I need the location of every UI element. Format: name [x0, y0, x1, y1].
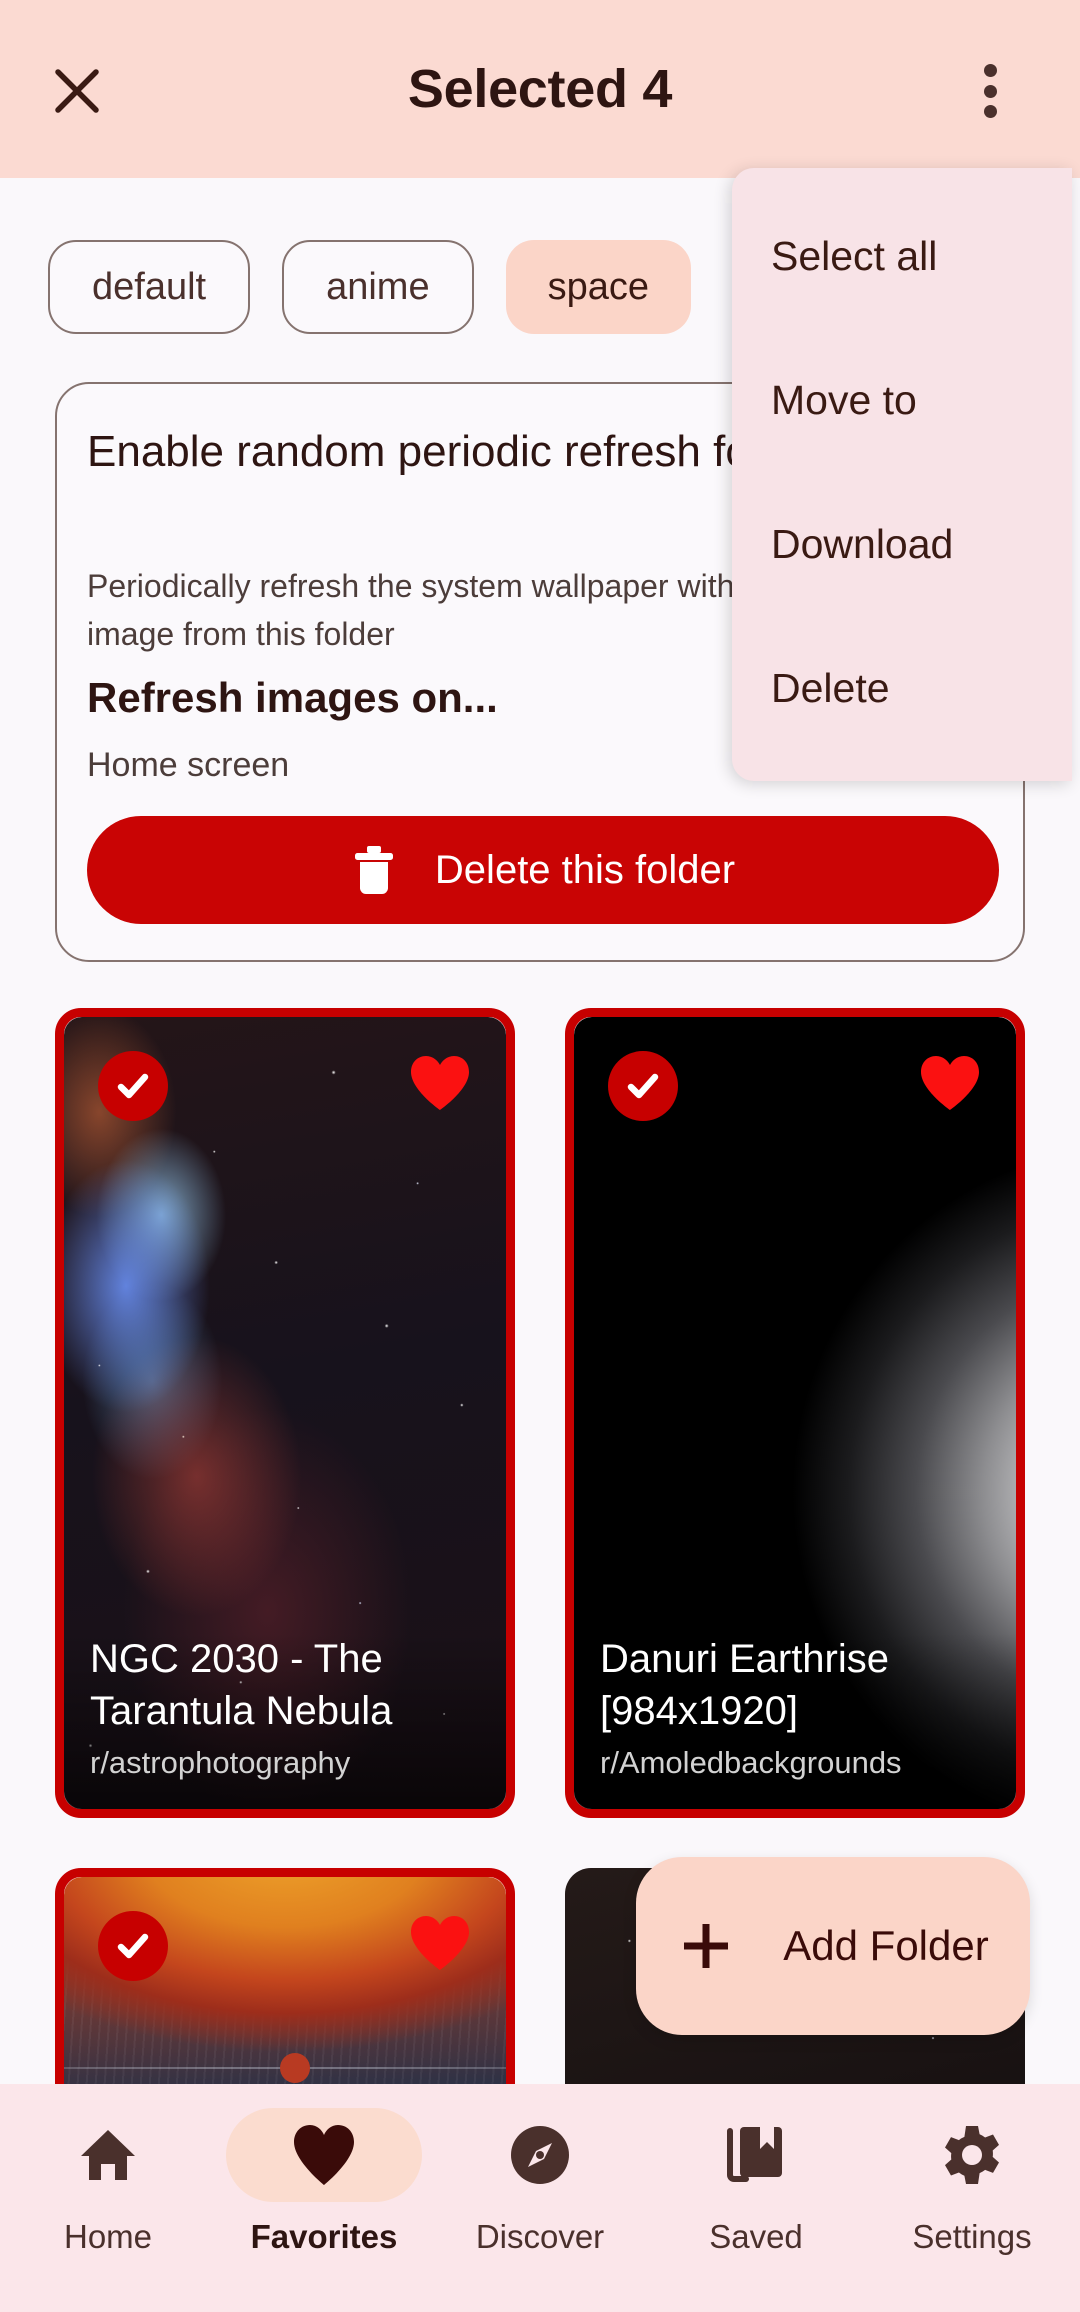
card-select-checkbox[interactable] — [98, 1051, 168, 1121]
card-favorite-button[interactable] — [918, 1051, 982, 1115]
nav-icon-wrap — [442, 2108, 638, 2202]
check-icon — [117, 1933, 149, 1959]
plus-icon — [684, 1924, 729, 1968]
chip-label: default — [92, 265, 207, 308]
menu-item-label: Select all — [771, 232, 938, 279]
nav-icon-wrap — [226, 2108, 422, 2202]
card-select-checkbox[interactable] — [608, 1051, 678, 1121]
refresh-images-on-label: Refresh images on... — [87, 674, 498, 721]
chip-label: space — [547, 265, 649, 308]
chip-default[interactable]: default — [48, 240, 251, 334]
app-screen: Selected 4 default anime space Enable ra… — [0, 0, 1080, 2312]
overflow-menu: Select all Move to Download Delete — [732, 168, 1072, 781]
nav-icon-wrap — [10, 2108, 206, 2202]
gear-icon — [945, 2126, 999, 2184]
chip-space[interactable]: space — [505, 240, 691, 334]
card-favorite-button[interactable] — [408, 1911, 472, 1975]
overflow-menu-icon-dot — [983, 105, 997, 118]
image-card[interactable]: NGC 2030 - The Tarantula Nebula r/astrop… — [55, 1008, 515, 1818]
heart-icon — [411, 1916, 469, 1970]
bookmark-icon — [727, 2127, 782, 2182]
nav-icon-wrap — [658, 2108, 854, 2202]
menu-item-move-to[interactable]: Move to — [732, 328, 1072, 472]
nav-item-favorites[interactable]: Favorites — [216, 2084, 432, 2312]
heart-icon — [294, 2125, 354, 2185]
add-folder-label: Add Folder — [783, 1922, 989, 1969]
image-card[interactable]: Danuri Earthrise [984x1920] r/Amoledback… — [565, 1008, 1025, 1818]
overflow-menu-icon-dot — [983, 84, 997, 98]
menu-item-delete[interactable]: Delete — [732, 616, 1072, 760]
nav-item-settings[interactable]: Settings — [864, 2084, 1080, 2312]
page-title: Selected 4 — [407, 59, 673, 119]
planet-mercury — [280, 2053, 310, 2083]
check-icon — [627, 1073, 659, 1099]
overflow-menu-icon — [983, 64, 997, 77]
menu-item-select-all[interactable]: Select all — [732, 184, 1072, 328]
card-title: Danuri Earthrise [984x1920] — [600, 1637, 890, 1733]
heart-icon — [411, 1056, 469, 1110]
trash-icon — [354, 846, 393, 894]
chip-label: anime — [326, 265, 430, 308]
compass-icon — [511, 2126, 569, 2184]
add-folder-button[interactable]: Add Folder — [636, 1857, 1030, 2035]
overflow-menu-button[interactable] — [960, 60, 1020, 122]
delete-folder-button[interactable]: Delete this folder — [87, 816, 999, 924]
card-select-checkbox[interactable] — [98, 1911, 168, 1981]
refresh-images-on-value: Home screen — [87, 746, 290, 784]
card-title: NGC 2030 - The Tarantula Nebula — [90, 1637, 393, 1733]
card-caption: Danuri Earthrise [984x1920] r/Amoledback… — [574, 1633, 1016, 1809]
menu-item-label: Delete — [771, 664, 890, 711]
app-bar: Selected 4 — [0, 0, 1080, 178]
delete-folder-label: Delete this folder — [434, 847, 736, 892]
menu-item-download[interactable]: Download — [732, 472, 1072, 616]
chip-anime[interactable]: anime — [282, 240, 474, 334]
nav-label: Saved — [709, 2218, 803, 2255]
card-subreddit: r/astrophotography — [90, 1745, 351, 1780]
bottom-navigation: Home Favorites Discover Saved Settings — [0, 2084, 1080, 2312]
card-subreddit: r/Amoledbackgrounds — [600, 1745, 902, 1780]
menu-item-label: Download — [771, 520, 954, 567]
nav-label: Favorites — [250, 2218, 398, 2255]
nav-label: Discover — [475, 2218, 605, 2255]
nav-label: Home — [63, 2218, 153, 2255]
menu-item-label: Move to — [771, 376, 917, 423]
nav-label: Settings — [912, 2218, 1032, 2255]
nav-item-discover[interactable]: Discover — [432, 2084, 648, 2312]
heart-icon — [921, 1056, 979, 1110]
card-favorite-button[interactable] — [408, 1051, 472, 1115]
nav-icon-wrap — [874, 2108, 1070, 2202]
card-caption: NGC 2030 - The Tarantula Nebula r/astrop… — [64, 1633, 506, 1809]
nav-item-saved[interactable]: Saved — [648, 2084, 864, 2312]
home-icon — [81, 2130, 135, 2180]
check-icon — [117, 1073, 149, 1099]
nav-item-home[interactable]: Home — [0, 2084, 216, 2312]
